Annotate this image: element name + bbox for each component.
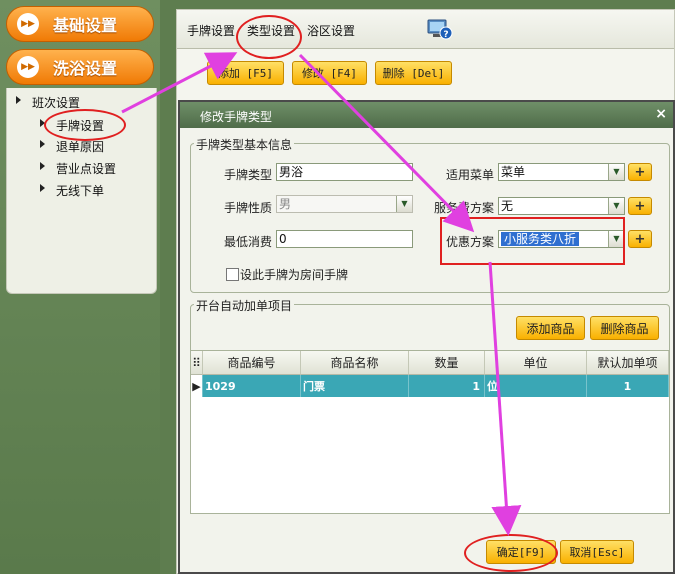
column-header-code[interactable]: 商品编号 <box>203 351 301 375</box>
chevron-down-icon[interactable]: ▼ <box>608 164 624 180</box>
add-goods-button[interactable]: 添加商品 <box>516 316 585 340</box>
table-cell-default[interactable]: 1 <box>587 375 669 397</box>
table-cell-code[interactable]: 1029 <box>203 375 301 397</box>
edit-button[interactable]: 修改 [F4] <box>292 61 367 85</box>
add-service-fee-plus-icon[interactable]: + <box>628 197 652 215</box>
svg-text:?: ? <box>443 30 448 40</box>
type-input[interactable]: 男浴 <box>276 163 413 181</box>
dialog-title: 修改手牌类型 <box>200 110 273 124</box>
nature-label: 手牌性质 <box>223 201 272 215</box>
bath-settings-button[interactable]: ▶▶ 洗浴设置 <box>6 49 154 85</box>
min-spend-label: 最低消费 <box>223 235 272 249</box>
row-indicator-header: ⠿ <box>191 351 203 375</box>
type-label: 手牌类型 <box>223 168 272 182</box>
column-header-qty[interactable]: 数量 <box>409 351 485 375</box>
tab-tag-settings[interactable]: 手牌设置 <box>187 22 235 39</box>
auto-order-group-title: 开台自动加单项目 <box>194 297 295 314</box>
add-menu-plus-icon[interactable]: + <box>628 163 652 181</box>
computer-help-icon[interactable]: ? <box>427 18 453 40</box>
room-tag-checkbox[interactable] <box>226 268 239 281</box>
triangle-right-icon <box>16 96 21 104</box>
column-header-name[interactable]: 商品名称 <box>301 351 409 375</box>
fast-forward-icon: ▶▶ <box>17 56 39 78</box>
chevron-down-icon[interactable]: ▼ <box>608 198 624 214</box>
service-fee-select[interactable]: 无 ▼ <box>498 197 625 215</box>
sidebar-item-shift[interactable]: 班次设置 <box>16 94 80 111</box>
nature-select[interactable]: 男 ▼ <box>276 195 413 213</box>
tab-bath-area-settings[interactable]: 浴区设置 <box>307 22 355 39</box>
close-icon[interactable]: × <box>655 106 667 122</box>
delete-goods-button[interactable]: 删除商品 <box>590 316 659 340</box>
table-cell-unit[interactable]: 位 <box>485 375 587 397</box>
edit-tag-type-dialog: 修改手牌类型 × 手牌类型基本信息 手牌类型 男浴 手牌性质 男 ▼ 最低消费 … <box>178 100 675 574</box>
menu-value: 菜单 <box>501 165 526 179</box>
sidebar: ▶▶ 基础设置 ▶▶ 洗浴设置 班次设置 手牌设置 退单原因 营业点设置 无线下… <box>0 0 160 574</box>
annotation-circle-tag-setting <box>44 109 126 141</box>
basic-settings-label: 基础设置 <box>53 16 118 35</box>
service-fee-value: 无 <box>501 199 514 213</box>
add-discount-plus-icon[interactable]: + <box>628 230 652 248</box>
triangle-right-icon <box>40 162 45 170</box>
service-fee-label: 服务费方案 <box>433 201 494 215</box>
annotation-box-discount <box>440 217 625 265</box>
triangle-right-icon <box>40 140 45 148</box>
annotation-circle-type-tab <box>236 15 302 59</box>
delete-button[interactable]: 删除 [Del] <box>375 61 452 85</box>
basic-settings-button[interactable]: ▶▶ 基础设置 <box>6 6 154 42</box>
menu-select[interactable]: 菜单 ▼ <box>498 163 625 181</box>
menu-label: 适用菜单 <box>445 168 494 182</box>
dialog-titlebar: 修改手牌类型 × <box>180 102 673 128</box>
fast-forward-icon: ▶▶ <box>17 13 39 35</box>
sidebar-item-wireless[interactable]: 无线下单 <box>40 182 104 199</box>
bath-settings-label: 洗浴设置 <box>53 59 118 78</box>
nature-value: 男 <box>279 197 292 211</box>
triangle-right-icon <box>40 184 45 192</box>
annotation-circle-ok <box>464 534 558 572</box>
sidebar-item-outlet[interactable]: 营业点设置 <box>40 160 116 177</box>
table-cell-name[interactable]: 门票 <box>301 375 409 397</box>
auto-order-table: ⠿ 商品编号 商品名称 数量 单位 默认加单项 ▶ 1029 门票 1 位 1 <box>190 350 670 514</box>
room-tag-checkbox-label: 设此手牌为房间手牌 <box>240 268 349 282</box>
row-pointer-icon: ▶ <box>191 375 203 397</box>
basic-info-group-title: 手牌类型基本信息 <box>194 136 295 153</box>
column-header-default[interactable]: 默认加单项 <box>587 351 669 375</box>
column-header-unit[interactable]: 单位 <box>485 351 587 375</box>
add-button[interactable]: 添加 [F5] <box>207 61 284 85</box>
chevron-down-icon[interactable]: ▼ <box>396 196 412 212</box>
table-cell-qty[interactable]: 1 <box>409 375 485 397</box>
min-spend-input[interactable]: 0 <box>276 230 413 248</box>
cancel-button[interactable]: 取消[Esc] <box>560 540 634 564</box>
